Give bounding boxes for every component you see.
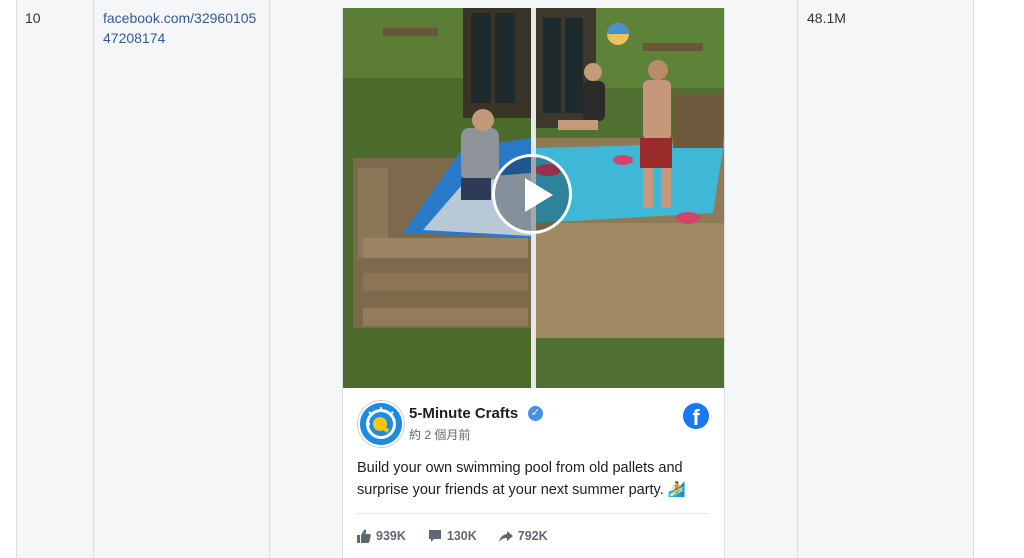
video-thumbnail[interactable]	[343, 8, 724, 388]
play-button[interactable]	[492, 154, 572, 234]
comments-stat[interactable]: 130K	[428, 529, 477, 543]
post-time[interactable]: 約 2 個月前	[409, 426, 470, 443]
rank-cell: 10	[25, 10, 41, 26]
lightbulb-icon	[360, 403, 402, 445]
facebook-post-card: 5-Minute Crafts ✓ 約 2 個月前 f Build your o…	[342, 8, 725, 558]
column-divider	[797, 0, 798, 558]
post-message: Build your own swimming pool from old pa…	[357, 460, 686, 498]
page-avatar[interactable]	[358, 401, 404, 447]
verified-badge-icon: ✓	[528, 406, 543, 421]
divider	[357, 513, 709, 514]
column-divider	[93, 0, 94, 558]
post-link[interactable]: facebook.com/3296010547208174	[103, 8, 263, 48]
page-name[interactable]: 5-Minute Crafts	[409, 405, 518, 422]
column-divider	[269, 0, 270, 558]
thumbs-up-icon	[357, 529, 371, 543]
likes-count: 939K	[376, 529, 406, 543]
share-arrow-icon	[498, 531, 513, 542]
views-cell: 48.1M	[807, 10, 846, 26]
facebook-icon[interactable]: f	[683, 403, 709, 429]
comments-count: 130K	[446, 529, 477, 543]
shares-count: 792K	[517, 529, 548, 543]
comment-icon	[428, 530, 441, 542]
shares-stat[interactable]: 792K	[498, 529, 548, 543]
likes-stat[interactable]: 939K	[357, 529, 406, 543]
column-divider	[973, 0, 974, 558]
column-divider	[16, 0, 17, 558]
engagement-stats: 939K 130K 792K	[357, 526, 548, 546]
